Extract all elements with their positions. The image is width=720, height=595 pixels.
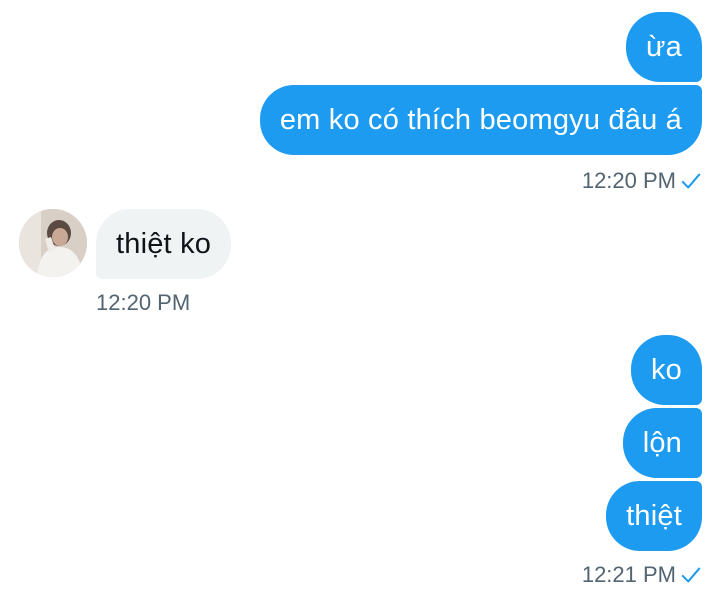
- message-bubble-outgoing[interactable]: em ko có thích beomgyu đâu á: [259, 85, 702, 155]
- message-meta: 12:20 PM: [582, 168, 702, 194]
- avatar-image: [19, 209, 87, 277]
- message-meta: 12:21 PM: [582, 562, 702, 588]
- check-icon: [681, 173, 701, 189]
- message-bubble-outgoing[interactable]: ko: [630, 335, 702, 405]
- message-timestamp: 12:20 PM: [581, 168, 676, 193]
- message-group-outgoing: ừa em ko có thích beomgyu đâu á 12:20 PM: [259, 12, 702, 194]
- conversation-thread: ừa em ko có thích beomgyu đâu á 12:20 PM…: [0, 0, 720, 595]
- message-group-outgoing: ko lộn thiệt 12:21 PM: [582, 335, 702, 588]
- message-bubble-outgoing[interactable]: thiệt: [606, 481, 702, 551]
- avatar[interactable]: [19, 209, 87, 277]
- message-bubble-outgoing[interactable]: lộn: [622, 408, 702, 478]
- check-icon: [681, 567, 701, 583]
- message-bubble-outgoing[interactable]: ừa: [626, 12, 702, 82]
- message-timestamp: 12:20 PM: [96, 290, 191, 315]
- message-group-incoming: thiệt ko 12:20 PM: [96, 209, 232, 316]
- message-bubble-incoming[interactable]: thiệt ko: [96, 209, 232, 279]
- message-timestamp: 12:21 PM: [581, 562, 676, 587]
- message-meta: 12:20 PM: [96, 290, 190, 316]
